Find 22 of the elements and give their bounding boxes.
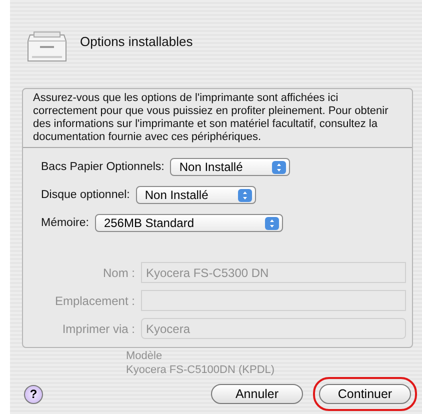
option-popup[interactable]: Non Installé <box>170 158 290 176</box>
faded-field-label: Emplacement : <box>54 294 135 308</box>
option-label: Disque optionnel: <box>41 189 130 201</box>
option-popup[interactable]: Non Installé <box>136 186 256 204</box>
faded-list-item: Kyocera FS-C5100DN (KPDL) <box>126 363 276 377</box>
description-text: Assurez-vous que les options de l'imprimante sont affichées ici correctement pour que vous puissiez en profiter pleinement. Pour obtenir des informations sur l'imprimante et son matériel facultatif, consultez la documentation fournie avec ces périphériques. <box>32 92 390 144</box>
stepper-arrows-icon <box>238 188 252 202</box>
help-button[interactable]: ? <box>24 384 43 404</box>
stepper-arrows-icon <box>272 160 286 174</box>
faded-list-item: Modèle <box>126 349 164 363</box>
faded-field-label: Imprimer via : <box>61 322 135 336</box>
faded-field-label: Nom : <box>102 266 135 280</box>
printer-icon <box>26 29 68 63</box>
dialog-button[interactable]: Annuler <box>211 384 303 404</box>
sheet-title: Options installables <box>80 34 193 48</box>
option-label: Bacs Papier Optionnels: <box>41 161 164 173</box>
faded-field: Kyocera FS-C5300 DN <box>141 262 406 283</box>
dialog-button[interactable]: Continuer <box>319 384 411 404</box>
stepper-arrows-icon <box>264 216 279 230</box>
faded-field: Kyocera <box>141 318 406 339</box>
option-popup[interactable]: 256MB Standard <box>94 214 283 232</box>
option-label: Mémoire: <box>41 217 89 229</box>
